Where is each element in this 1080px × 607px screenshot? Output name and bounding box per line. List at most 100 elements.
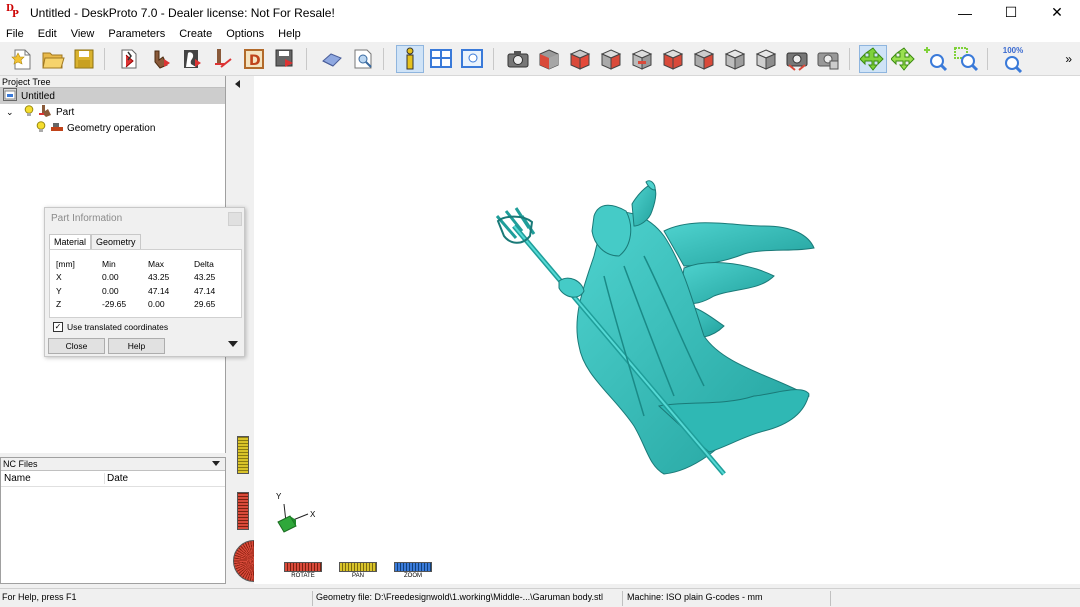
row-min: 0.00 — [102, 272, 119, 283]
menu-create[interactable]: Create — [172, 28, 219, 40]
rotate-label: ROTATE — [291, 573, 315, 579]
view-iso-icon[interactable] — [535, 45, 563, 73]
zoom-in-icon[interactable] — [921, 45, 949, 73]
snapshot-icon[interactable] — [783, 45, 811, 73]
tree-root-label: Untitled — [21, 90, 55, 102]
status-machine: Machine: ISO plain G-codes - mm — [627, 592, 763, 602]
pan-slider[interactable] — [339, 562, 377, 572]
translated-coords-option[interactable]: ✓ Use translated coordinates — [53, 322, 168, 332]
pan-slider-vertical[interactable] — [237, 436, 249, 474]
save-icon[interactable] — [70, 45, 98, 73]
tab-geometry[interactable]: Geometry — [91, 234, 141, 249]
rotate-mode-icon[interactable] — [859, 45, 887, 73]
translated-coords-label: Use translated coordinates — [67, 322, 169, 332]
import-geometry-icon[interactable] — [116, 45, 144, 73]
close-window-button[interactable]: ✕ — [1034, 0, 1080, 25]
status-help: For Help, press F1 — [2, 592, 77, 602]
app-icon[interactable]: DP — [6, 4, 22, 21]
toolpath-icon[interactable] — [209, 45, 237, 73]
translated-coords-checkbox[interactable]: ✓ — [53, 322, 63, 332]
window-title: Untitled - DeskProto 7.0 - Dealer licens… — [30, 5, 335, 20]
row-axis: X — [56, 272, 62, 283]
row-axis: Y — [56, 285, 62, 296]
eraser-icon[interactable] — [318, 45, 346, 73]
view-side-icon[interactable] — [752, 45, 780, 73]
zoom-100-icon[interactable]: 100% — [999, 45, 1027, 73]
close-button[interactable]: Close — [48, 338, 105, 354]
zoom-100-label: 100% — [1002, 45, 1024, 55]
axis-indicator: Y X — [274, 492, 324, 542]
tree-operation-label: Geometry operation — [67, 122, 156, 134]
row-delta: 47.14 — [194, 285, 216, 296]
part-params-icon[interactable] — [147, 45, 175, 73]
view-zoom-icon[interactable] — [458, 45, 486, 73]
menu-file[interactable]: File — [0, 28, 31, 40]
new-file-icon[interactable] — [8, 45, 36, 73]
nc-files-header[interactable]: NC Files — [1, 458, 225, 471]
col-date[interactable]: Date — [105, 473, 128, 484]
row-max: 47.14 — [148, 285, 170, 296]
dialog-title-bar[interactable]: Part Information — [45, 208, 244, 230]
status-geometry-file: Geometry file: D:\Freedesignwold\1.worki… — [316, 592, 603, 602]
col-name[interactable]: Name — [1, 473, 105, 484]
create-nc-icon[interactable]: D — [240, 45, 268, 73]
row-delta: 29.65 — [194, 299, 216, 310]
preview-icon[interactable] — [349, 45, 377, 73]
layout-icon[interactable] — [427, 45, 455, 73]
rotate-slider-vertical[interactable] — [237, 492, 249, 530]
dropdown-arrow-icon[interactable] — [212, 461, 220, 466]
col-min: Min — [102, 258, 116, 269]
toolbar-overflow-icon[interactable]: » — [1065, 52, 1072, 66]
rotate-slider[interactable] — [284, 562, 322, 572]
col-unit: [mm] — [56, 258, 75, 269]
camera-icon[interactable] — [504, 45, 532, 73]
zoom-window-icon[interactable] — [952, 45, 980, 73]
tree-part-label: Part — [56, 106, 75, 118]
pan-label: PAN — [352, 573, 364, 579]
tree-item-part[interactable]: ⌄ Part — [0, 104, 225, 120]
operation-params-icon[interactable] — [178, 45, 206, 73]
operation-icon — [50, 121, 64, 136]
bulb-icon[interactable] — [24, 104, 34, 120]
tree-item-operation[interactable]: Geometry operation — [0, 120, 225, 136]
view-right-icon[interactable] — [659, 45, 687, 73]
title-bar: DP Untitled - DeskProto 7.0 - Dealer lic… — [0, 0, 1080, 25]
menu-options[interactable]: Options — [219, 28, 271, 40]
bulb-icon[interactable] — [36, 120, 46, 136]
project-tree-header: Project Tree — [0, 76, 225, 88]
view-top-icon[interactable] — [690, 45, 718, 73]
zoom-slider[interactable] — [394, 562, 432, 572]
minimize-button[interactable]: — — [942, 0, 988, 25]
collapse-arrow-icon[interactable] — [235, 80, 240, 88]
dialog-close-icon[interactable] — [228, 212, 242, 226]
info-icon[interactable] — [396, 45, 424, 73]
menu-help[interactable]: Help — [271, 28, 308, 40]
expand-down-icon[interactable] — [228, 341, 238, 347]
dialog-title: Part Information — [51, 213, 123, 224]
save-nc-icon[interactable] — [271, 45, 299, 73]
view-bottom-icon[interactable] — [721, 45, 749, 73]
row-max: 0.00 — [148, 299, 165, 310]
menu-view[interactable]: View — [64, 28, 102, 40]
zoom-label: ZOOM — [404, 573, 422, 579]
help-button[interactable]: Help — [108, 338, 165, 354]
view-left-icon[interactable] — [628, 45, 656, 73]
row-axis: Z — [56, 299, 62, 310]
expand-chevron-icon[interactable]: ⌄ — [6, 107, 18, 118]
toolbar: D 100% » — [0, 42, 1080, 76]
snapshot-gray-icon[interactable] — [814, 45, 842, 73]
row-min: 0.00 — [102, 285, 119, 296]
part-icon — [38, 104, 52, 121]
menu-edit[interactable]: Edit — [31, 28, 64, 40]
3d-viewport[interactable]: Y X — [254, 76, 1080, 558]
menu-parameters[interactable]: Parameters — [101, 28, 172, 40]
open-folder-icon[interactable] — [39, 45, 67, 73]
pan-mode-icon[interactable] — [890, 45, 918, 73]
tree-item-root[interactable]: Untitled — [0, 88, 225, 104]
col-max: Max — [148, 258, 165, 269]
view-front-icon[interactable] — [566, 45, 594, 73]
status-bar: For Help, press F1 Geometry file: D:\Fre… — [0, 588, 1080, 607]
maximize-button[interactable]: ☐ — [988, 0, 1034, 25]
tab-material[interactable]: Material — [49, 234, 92, 249]
view-back-icon[interactable] — [597, 45, 625, 73]
